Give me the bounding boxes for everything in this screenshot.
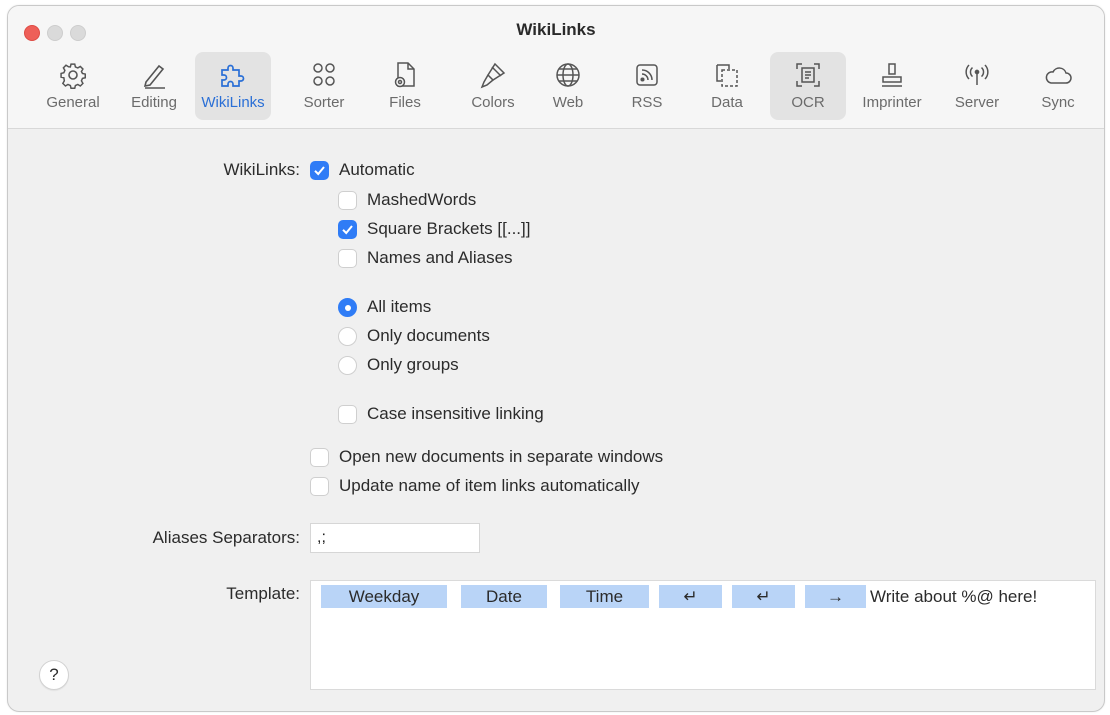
names-aliases-checkbox-row[interactable]: Names and Aliases [338,246,513,270]
file-gear-icon [390,60,420,90]
radio-button[interactable] [338,326,357,346]
case-insensitive-checkbox[interactable] [338,404,357,424]
case-insensitive-checkbox-row[interactable]: Case insensitive linking [338,402,544,426]
tab-label: Imprinter [862,94,922,111]
tab-rss[interactable]: RSS [609,52,685,120]
window-title: WikiLinks [516,20,596,39]
automatic-checkbox-row[interactable]: Automatic [310,158,415,182]
update-names-label: Update name of item links automatically [339,476,640,495]
antenna-icon [962,60,992,90]
template-token-weekday[interactable]: Weekday [321,585,447,608]
open-new-docs-label: Open new documents in separate windows [339,447,664,466]
tab-label: Web [552,94,584,111]
template-label: Template: [226,584,300,603]
tab-sorter[interactable]: Sorter [286,52,362,120]
radio-label: All items [367,297,432,316]
mashedwords-label: MashedWords [367,190,477,209]
scope-radio-only-groups[interactable]: Only groups [338,353,459,377]
toolbar: WikiLinks General Editing WikiLinks Sort… [8,6,1104,129]
radio-label: Only documents [367,326,490,345]
update-names-checkbox-row[interactable]: Update name of item links automatically [310,474,639,498]
automatic-label: Automatic [339,160,415,179]
square-brackets-checkbox-row[interactable]: Square Brackets [[...]] [338,217,530,241]
case-insensitive-label: Case insensitive linking [367,404,544,423]
tab-label: Files [389,94,421,111]
tab-general[interactable]: General [35,52,111,120]
tab-sync[interactable]: Sync [1020,52,1096,120]
update-names-checkbox[interactable] [310,476,329,496]
open-new-docs-checkbox-row[interactable]: Open new documents in separate windows [310,445,663,469]
help-button[interactable]: ? [39,660,69,690]
tab-label: Editing [131,94,177,111]
tab-editing[interactable]: Editing [116,52,192,120]
preferences-window: WikiLinks General Editing WikiLinks Sort… [7,5,1105,712]
puzzle-icon [218,60,248,90]
tab-server[interactable]: Server [939,52,1015,120]
template-editor[interactable]: Weekday Date Time ↵ ↵ → Write about %@ h… [310,580,1096,690]
aliases-separators-field[interactable]: ,; [310,523,480,553]
circles-icon [309,60,339,90]
tab-label: Colors [471,94,515,111]
open-new-docs-checkbox[interactable] [310,447,329,467]
tab-label: Sync [1041,94,1075,111]
wikilinks-settings-pane: WikiLinks: Automatic MashedWords Square … [8,129,1104,711]
aliases-separators-label: Aliases Separators: [152,528,300,547]
tab-imprinter[interactable]: Imprinter [854,52,930,120]
tab-colors[interactable]: Colors [455,52,531,120]
tab-label: Server [954,94,1000,111]
template-token-time[interactable]: Time [560,585,649,608]
names-aliases-checkbox[interactable] [338,248,357,268]
data-icon [712,60,742,90]
template-token-return[interactable]: ↵ [659,585,722,608]
template-token-tab[interactable]: → [805,585,866,608]
tab-data[interactable]: Data [689,52,765,120]
radio-button[interactable] [338,355,357,375]
radio-button[interactable] [338,297,357,317]
pencil-icon [139,60,169,90]
square-brackets-checkbox[interactable] [338,219,357,239]
mashedwords-checkbox-row[interactable]: MashedWords [338,188,476,212]
tab-label: Data [711,94,743,111]
checkmark-icon [342,224,353,234]
scan-icon [793,60,823,90]
tab-label: WikiLinks [201,94,265,111]
square-brackets-label: Square Brackets [[...]] [367,219,531,238]
names-aliases-label: Names and Aliases [367,248,513,267]
tab-label: OCR [791,94,825,111]
tab-label: General [46,94,100,111]
scope-radio-only-documents[interactable]: Only documents [338,324,490,348]
tab-ocr[interactable]: OCR [770,52,846,120]
wikilinks-label: WikiLinks: [223,160,300,179]
radio-label: Only groups [367,355,459,374]
cloud-icon [1043,60,1073,90]
template-text: Write about %@ here! [870,587,1038,606]
gear-icon [58,60,88,90]
tab-files[interactable]: Files [367,52,443,120]
brush-icon [478,60,508,90]
scope-radio-all-items[interactable]: All items [338,295,431,319]
tab-label: Sorter [303,94,345,111]
template-token-date[interactable]: Date [461,585,547,608]
automatic-checkbox[interactable] [310,160,329,180]
tab-label: RSS [631,94,663,111]
template-token-return[interactable]: ↵ [732,585,795,608]
mashedwords-checkbox[interactable] [338,190,357,210]
checkmark-icon [314,165,325,175]
tab-wikilinks[interactable]: WikiLinks [195,52,271,120]
stamp-icon [877,60,907,90]
tab-web[interactable]: Web [530,52,606,120]
globe-icon [553,60,583,90]
rss-icon [632,60,662,90]
